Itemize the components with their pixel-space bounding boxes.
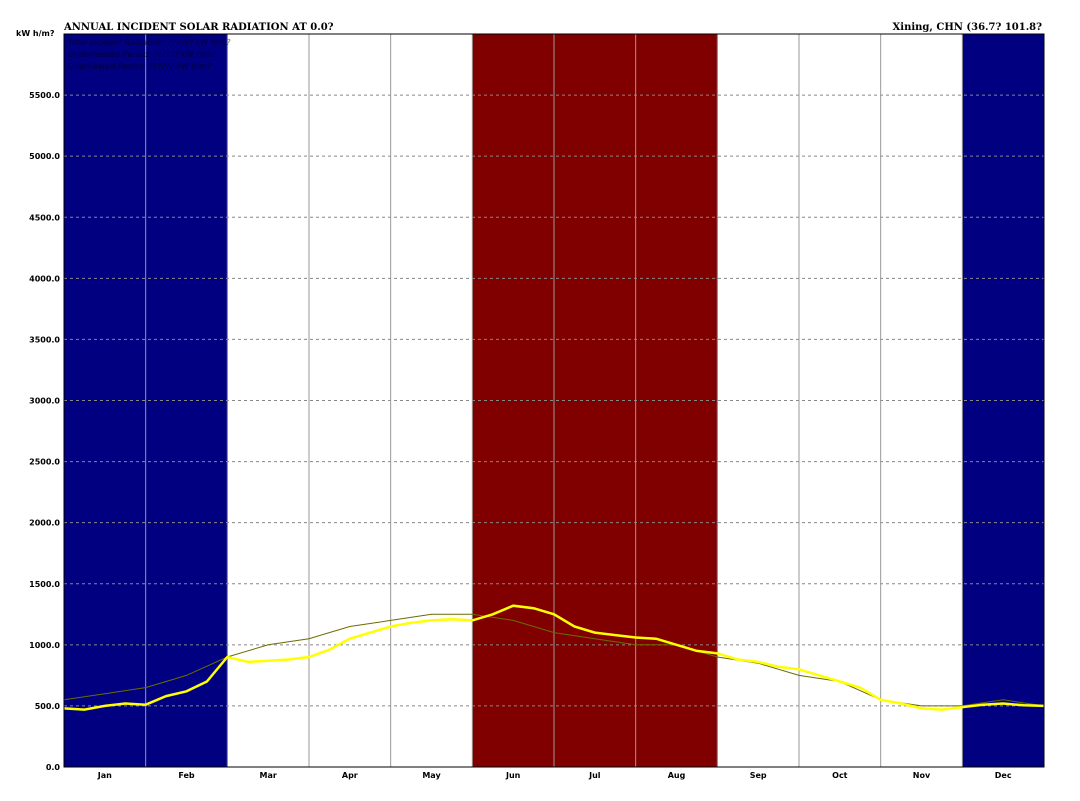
legend-underheated: Underheated Period: ?????? kW h/m? [68, 50, 217, 59]
y-tick-label: 0.0 [46, 763, 61, 772]
x-tick-label: Nov [913, 771, 931, 780]
x-tick-label: Mar [260, 771, 277, 780]
y-tick-label: 5500.0 [29, 91, 60, 100]
x-tick-label: Aug [668, 771, 686, 780]
chart-title: ANNUAL INCIDENT SOLAR RADIATION AT 0.0? [63, 22, 334, 33]
y-tick-label: 5000.0 [29, 152, 60, 161]
x-tick-label: Oct [832, 771, 848, 780]
x-tick-label: Jul [588, 771, 601, 780]
y-tick-label: 4500.0 [29, 213, 60, 222]
x-tick-label: Jun [505, 771, 521, 780]
location-label: Xining, CHN (36.7? 101.8? [893, 22, 1043, 33]
legend-total-radiation: Total Incident Radiation: ?????? kW h/m? [68, 38, 231, 47]
y-tick-label: 2500.0 [29, 458, 60, 467]
y-tick-label: 500.0 [35, 702, 61, 711]
x-tick-label: Dec [995, 771, 1012, 780]
y-tick-label: 3500.0 [29, 335, 60, 344]
x-tick-label: Sep [750, 771, 767, 780]
x-tick-label: May [422, 771, 441, 780]
y-tick-label: 1000.0 [29, 641, 60, 650]
y-tick-label: 4000.0 [29, 274, 60, 283]
y-tick-label: 1500.0 [29, 580, 60, 589]
chart: 0.0 500.0 1000.0 1500.0 2000.0 2500.0 3000.0 35… [0, 0, 1080, 801]
y-axis-label: kW h/m? [16, 29, 55, 38]
x-tick-label: Feb [178, 771, 195, 780]
y-tick-label: 2000.0 [29, 519, 60, 528]
y-tick-label: 3000.0 [29, 397, 60, 406]
x-tick-label: Apr [342, 771, 358, 780]
x-tick-label: Jan [97, 771, 112, 780]
legend-overheated: Overheated Period: ?????? kW h/m? [68, 62, 212, 71]
